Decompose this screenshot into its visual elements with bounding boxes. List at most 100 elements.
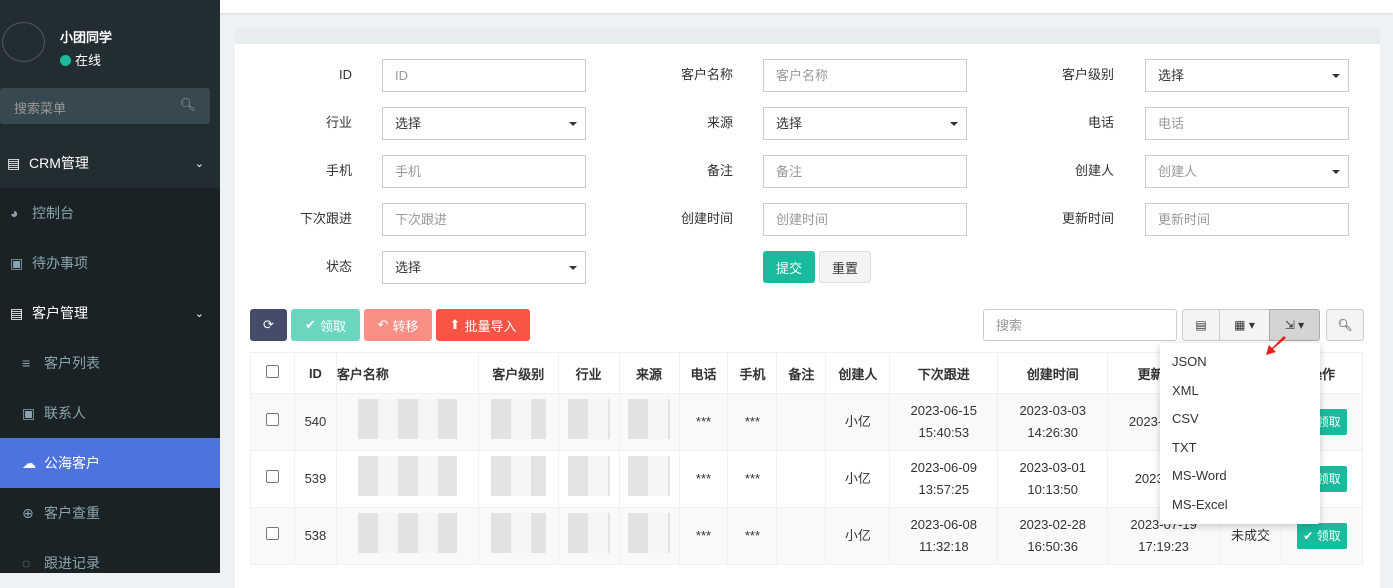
list-alt-icon: ▤ [1195,318,1207,332]
input-field[interactable]: 更新时间 [1145,203,1349,236]
cell-creator: 小亿 [825,393,891,451]
input-field[interactable]: 手机 [382,155,586,188]
field-label: 创建时间 [680,211,733,226]
sidebar-item-label: 待办事项 [32,255,88,271]
cell-mobile: *** [727,393,778,451]
column-header[interactable]: 创建时间 [997,352,1109,394]
status-text: 在线 [75,53,102,68]
field-label: 手机 [325,163,352,178]
cell-industry-redacted [557,450,620,508]
cell-next-followup: 2023-06-15 15:40:53 [889,393,999,451]
cell-id: 539 [293,450,337,508]
export-dropdown-menu: JSON XML CSV TXT MS-Word MS-Excel [1160,343,1320,524]
list-icon: ≡ [22,355,31,371]
row-checkbox[interactable] [250,450,295,508]
sidebar-item-dashboard[interactable]: ◕ 控制台 [0,188,220,238]
calendar-check-icon: ▣ [10,254,24,271]
check-icon: ✔ [305,317,316,332]
column-header[interactable]: 来源 [618,352,680,394]
export-option-ms-excel[interactable]: MS-Excel [1160,491,1320,520]
field-label: 备注 [706,163,733,178]
input-field[interactable]: 备注 [763,155,967,188]
cell-id: 540 [293,393,337,451]
field-label: 来源 [706,115,733,130]
field-label: 下次跟进 [299,211,352,226]
select-all-checkbox[interactable] [250,352,295,394]
export-option-csv[interactable]: CSV [1160,405,1320,434]
sidebar-item-todo[interactable]: ▣ 待办事项 [0,238,220,288]
claim-button[interactable]: ✔ 领取 [291,309,360,341]
dashboard-icon: ◕ [10,205,19,221]
cloud-icon: ☁ [22,454,36,471]
sidebar-item-customer-list[interactable]: ≡ 客户列表 [0,338,220,388]
cell-next-followup: 2023-06-08 11:32:18 [889,507,999,565]
claim-row-button[interactable]: ✔ 领取 [1297,523,1347,549]
sidebar-item-label: 客户查重 [44,505,100,521]
cell-mobile: *** [727,507,778,565]
export-option-xml[interactable]: XML [1160,377,1320,406]
input-field[interactable]: 客户名称 [763,59,967,92]
sidebar-item-customer-mgmt[interactable]: ▤ 客户管理 ⌄ [0,288,220,338]
submit-button[interactable]: 提交 [763,251,815,283]
cell-name-redacted [335,393,479,451]
user-status: 在线 [60,50,101,69]
refresh-button[interactable]: ⟳ [250,309,287,341]
sidebar-item-dedupe[interactable]: ⊕ 客户查重 [0,488,220,538]
menu-search-input[interactable]: 搜索菜单 🔍︎ [0,88,210,124]
sidebar: 小团同学 在线 搜索菜单 🔍︎ ▤ CRM管理 ⌄ ◕ 控制台 ▣ 待办事项 ▤ 客户管理 ⌄… [0,0,220,573]
column-header[interactable]: 行业 [557,352,620,394]
export-icon: ⇲ ▾ [1284,318,1305,332]
sidebar-item-label: 联系人 [44,405,86,421]
export-option-json[interactable]: JSON [1160,348,1320,377]
cell-industry-redacted [557,393,620,451]
columns-button[interactable]: ▦ ▾ [1219,309,1270,341]
select-field[interactable]: 选择 [382,251,586,284]
cell-phone: *** [678,450,729,508]
input-field[interactable]: 创建时间 [763,203,967,236]
sidebar-item-followup[interactable]: ◌ 跟进记录 [0,538,220,588]
cell-remark [776,393,827,451]
input-field[interactable]: ID [382,59,586,92]
export-option-ms-word[interactable]: MS-Word [1160,462,1320,491]
select-field[interactable]: 选择 [763,107,967,140]
reset-button[interactable]: 重置 [819,251,871,283]
row-checkbox[interactable] [250,393,295,451]
field-label: 更新时间 [1061,211,1114,226]
cell-mobile: *** [727,450,778,508]
advanced-search-button[interactable]: 🔍︎ [1326,309,1364,341]
input-field[interactable]: 电话 [1145,107,1349,140]
sidebar-item-contacts[interactable]: ▣ 联系人 [0,388,220,438]
column-header[interactable]: 备注 [776,352,827,394]
table-search-input[interactable]: 搜索 [983,309,1177,341]
select-field[interactable]: 选择 [382,107,586,140]
column-header[interactable]: 客户级别 [477,352,559,394]
claim-label: 领取 [319,318,346,334]
toggle-view-button[interactable]: ▤ [1182,309,1220,341]
column-header[interactable]: 电话 [678,352,729,394]
input-field[interactable]: 下次跟进 [382,203,586,236]
table-search-placeholder: 搜索 [996,318,1023,333]
cell-level-redacted [477,450,559,508]
cell-created: 2023-03-03 14:26:30 [997,393,1109,451]
row-checkbox[interactable] [250,507,295,565]
select-field[interactable]: 选择 [1145,59,1349,92]
export-option-txt[interactable]: TXT [1160,434,1320,463]
columns-icon: ▦ ▾ [1234,318,1255,332]
reply-icon: ↶ [377,317,389,332]
id-card-icon: ▤ [7,154,21,171]
column-header[interactable]: 创建人 [825,352,891,394]
sidebar-item-label: 控制台 [32,205,74,221]
online-dot-icon [60,55,71,66]
transfer-button[interactable]: ↶ 转移 [364,309,432,341]
column-header[interactable]: 下次跟进 [889,352,999,394]
input-field[interactable]: 创建人 [1145,155,1349,188]
search-icon[interactable]: 🔍︎ [179,97,196,113]
import-button[interactable]: ⬆ 批量导入 [436,309,530,341]
sidebar-item-public-customers[interactable]: ☁ 公海客户 [0,438,220,488]
column-header[interactable]: 手机 [727,352,778,394]
column-header[interactable]: ID [293,352,337,394]
chevron-down-icon: ⌄ [194,307,204,320]
sidebar-item-crm[interactable]: ▤ CRM管理 ⌄ [0,138,220,188]
field-label: 客户名称 [680,67,733,82]
column-header[interactable]: 客户名称 [335,352,479,394]
